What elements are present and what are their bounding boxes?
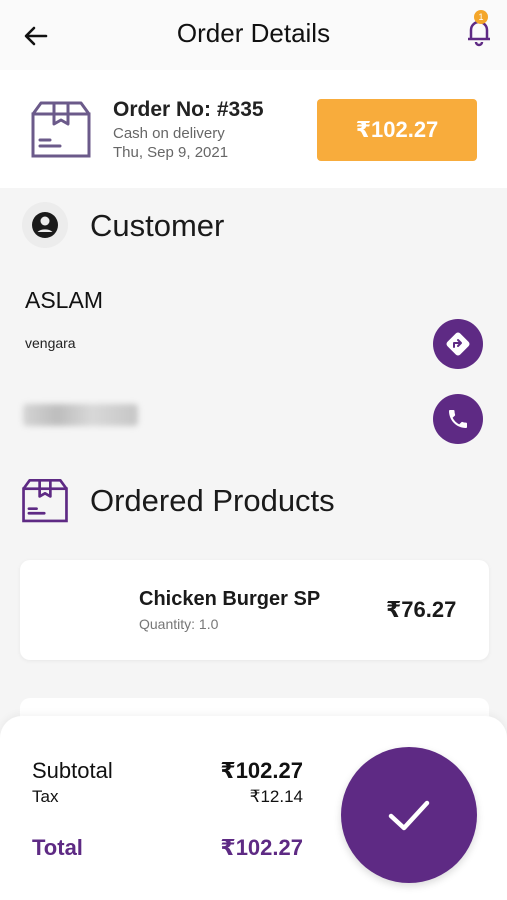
total-label: Total xyxy=(32,835,83,860)
customer-avatar xyxy=(22,202,68,248)
account-circle-icon xyxy=(32,212,58,238)
directions-icon xyxy=(446,332,470,356)
products-section-title: Ordered Products xyxy=(90,483,335,518)
subtotal-value: ₹102.27 xyxy=(220,758,303,783)
page-title: Order Details xyxy=(176,18,331,48)
customer-address: vengara xyxy=(25,335,76,351)
order-number: Order No: #335 xyxy=(113,98,264,121)
phone-icon xyxy=(449,410,467,428)
payment-method: Cash on delivery xyxy=(113,125,225,142)
tax-value: ₹12.14 xyxy=(249,787,303,806)
product-name: Chicken Burger SP xyxy=(139,588,321,610)
customer-phone: 9876543210 xyxy=(23,404,138,426)
order-amount-button[interactable]: ₹102.27 xyxy=(317,99,477,161)
products-section-icon xyxy=(21,478,69,529)
order-date: Thu, Sep 9, 2021 xyxy=(113,144,229,161)
checkmark-icon xyxy=(388,800,430,831)
call-button[interactable] xyxy=(433,394,483,444)
confirm-order-button[interactable] xyxy=(341,747,477,883)
subtotal-label: Subtotal xyxy=(32,758,113,783)
package-box-icon xyxy=(30,100,92,165)
product-price: ₹76.27 xyxy=(386,597,457,622)
tax-label: Tax xyxy=(32,787,59,806)
customer-name: ASLAM xyxy=(25,287,103,313)
total-value: ₹102.27 xyxy=(220,835,303,860)
package-box-icon xyxy=(22,478,68,523)
product-quantity: Quantity: 1.0 xyxy=(139,616,219,632)
customer-section-title: Customer xyxy=(90,208,225,243)
directions-button[interactable] xyxy=(433,319,483,369)
notification-badge: 1 xyxy=(474,10,488,24)
